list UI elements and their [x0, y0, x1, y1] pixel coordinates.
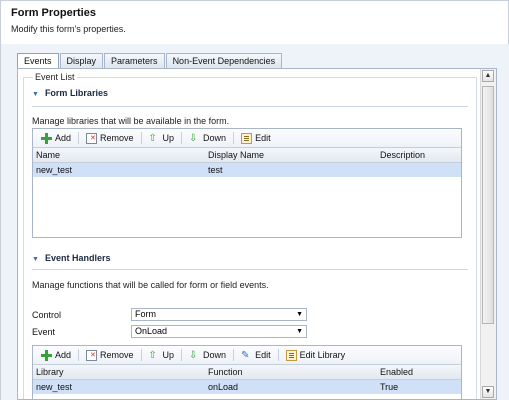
cell-display-name: test [208, 165, 223, 175]
column-header-library[interactable]: Library [33, 365, 208, 379]
column-header-enabled[interactable]: Enabled [380, 365, 461, 379]
form-libraries-header[interactable]: ▼ Form Libraries [32, 88, 108, 98]
plus-icon [41, 349, 52, 361]
scroll-down-icon[interactable]: ▼ [482, 386, 494, 398]
tab-content-frame: Event List ▼ Form Libraries Manage librar… [17, 68, 497, 400]
dialog-subtitle: Modify this form's properties. [11, 24, 126, 34]
form-libraries-heading: Form Libraries [44, 88, 108, 98]
cell-enabled: True [380, 382, 399, 392]
section-divider [32, 269, 468, 270]
cell-function: onLoad [208, 382, 239, 392]
event-handlers-grid: Add Remove ⇧ Up ⇩ Down ✎ Edit Edit Library … [32, 345, 462, 399]
vertical-scrollbar[interactable]: ▲ ▼ [480, 69, 496, 399]
event-handlers-toolbar: Add Remove ⇧ Up ⇩ Down ✎ Edit Edit Library [33, 346, 461, 365]
remove-icon [86, 132, 98, 144]
cell-name: new_test [36, 165, 73, 175]
scrollbar-thumb[interactable] [482, 86, 494, 324]
tab-events[interactable]: Events [17, 53, 59, 69]
cell-description [380, 163, 461, 177]
column-header-display-name[interactable]: Display Name [208, 148, 380, 162]
edit-library-button[interactable]: Edit [237, 130, 275, 146]
arrow-up-icon: ⇧ [148, 132, 157, 144]
move-down-button[interactable]: ⇩ Down [185, 347, 230, 363]
dropdown-arrow-icon: ▼ [296, 311, 303, 318]
toolbar-separator [78, 349, 80, 361]
control-label: Control [32, 310, 62, 320]
down-label: Down [203, 350, 227, 360]
remove-label: Remove [100, 350, 134, 360]
up-label: Up [162, 133, 175, 143]
column-header-name[interactable]: Name [33, 148, 208, 162]
arrow-down-icon: ⇩ [189, 132, 198, 144]
event-select[interactable]: OnLoad ▼ [131, 325, 307, 338]
edit-library-button[interactable]: Edit Library [282, 347, 350, 363]
remove-label: Remove [100, 133, 134, 143]
toolbar-separator [140, 132, 142, 144]
edit-icon [241, 132, 253, 144]
add-label: Add [55, 350, 72, 360]
form-libraries-column-headers: Name Display Name Description [33, 148, 461, 163]
tab-display[interactable]: Display [59, 53, 104, 68]
toolbar-separator [140, 349, 142, 361]
add-library-button[interactable]: Add [37, 130, 75, 146]
edit-label: Edit [255, 350, 271, 360]
events-tab-content: Event List ▼ Form Libraries Manage librar… [18, 69, 479, 399]
tab-bar: Events Display Parameters Non-Event Depe… [17, 53, 283, 69]
add-label: Add [55, 133, 72, 143]
control-select-value: Form [135, 309, 156, 319]
table-row[interactable]: new_test onLoad True [33, 380, 461, 394]
down-label: Down [203, 133, 227, 143]
chevron-down-icon: ▼ [32, 91, 39, 98]
move-down-button[interactable]: ⇩ Down [185, 130, 230, 146]
form-libraries-grid: Add Remove ⇧ Up ⇩ Down Edit Name Display N… [32, 128, 462, 238]
pencil-icon: ✎ [241, 349, 250, 361]
event-list-legend: Event List [33, 72, 77, 82]
table-row[interactable]: new_test test [33, 163, 461, 177]
up-label: Up [162, 350, 175, 360]
tab-parameters[interactable]: Parameters [104, 53, 165, 68]
edit-icon [285, 349, 297, 361]
event-handlers-header[interactable]: ▼ Event Handlers [32, 253, 110, 263]
move-up-button[interactable]: ⇧ Up [145, 130, 179, 146]
event-select-value: OnLoad [135, 326, 168, 336]
remove-handler-button[interactable]: Remove [82, 347, 138, 363]
toolbar-separator [181, 132, 183, 144]
event-handlers-heading: Event Handlers [44, 253, 111, 263]
dialog-header: Form Properties Modify this form's prope… [0, 0, 509, 45]
chevron-down-icon: ▼ [32, 256, 39, 263]
event-handlers-description: Manage functions that will be called for… [32, 280, 269, 290]
scroll-up-icon[interactable]: ▲ [482, 70, 494, 82]
toolbar-separator [233, 349, 235, 361]
edit-library-label: Edit Library [299, 350, 346, 360]
event-handlers-column-headers: Library Function Enabled [33, 365, 461, 380]
toolbar-separator [181, 349, 183, 361]
plus-icon [41, 132, 52, 144]
edit-handler-button[interactable]: ✎ Edit [237, 347, 275, 363]
remove-icon [86, 349, 98, 361]
arrow-down-icon: ⇩ [189, 349, 198, 361]
add-handler-button[interactable]: Add [37, 347, 75, 363]
toolbar-separator [277, 349, 279, 361]
column-header-description[interactable]: Description [380, 148, 461, 162]
move-up-button[interactable]: ⇧ Up [145, 347, 179, 363]
form-libraries-toolbar: Add Remove ⇧ Up ⇩ Down Edit [33, 129, 461, 148]
toolbar-separator [78, 132, 80, 144]
column-header-function[interactable]: Function [208, 365, 380, 379]
arrow-up-icon: ⇧ [148, 349, 157, 361]
cell-library: new_test [36, 382, 73, 392]
form-libraries-description: Manage libraries that will be available … [32, 116, 230, 126]
dropdown-arrow-icon: ▼ [296, 328, 303, 335]
toolbar-separator [233, 132, 235, 144]
section-divider [32, 106, 468, 107]
edit-label: Edit [255, 133, 271, 143]
control-select[interactable]: Form ▼ [131, 308, 307, 321]
event-label: Event [32, 327, 56, 337]
dialog-title: Form Properties [11, 7, 96, 19]
tab-non-event-dependencies[interactable]: Non-Event Dependencies [165, 53, 283, 68]
remove-library-button[interactable]: Remove [82, 130, 138, 146]
